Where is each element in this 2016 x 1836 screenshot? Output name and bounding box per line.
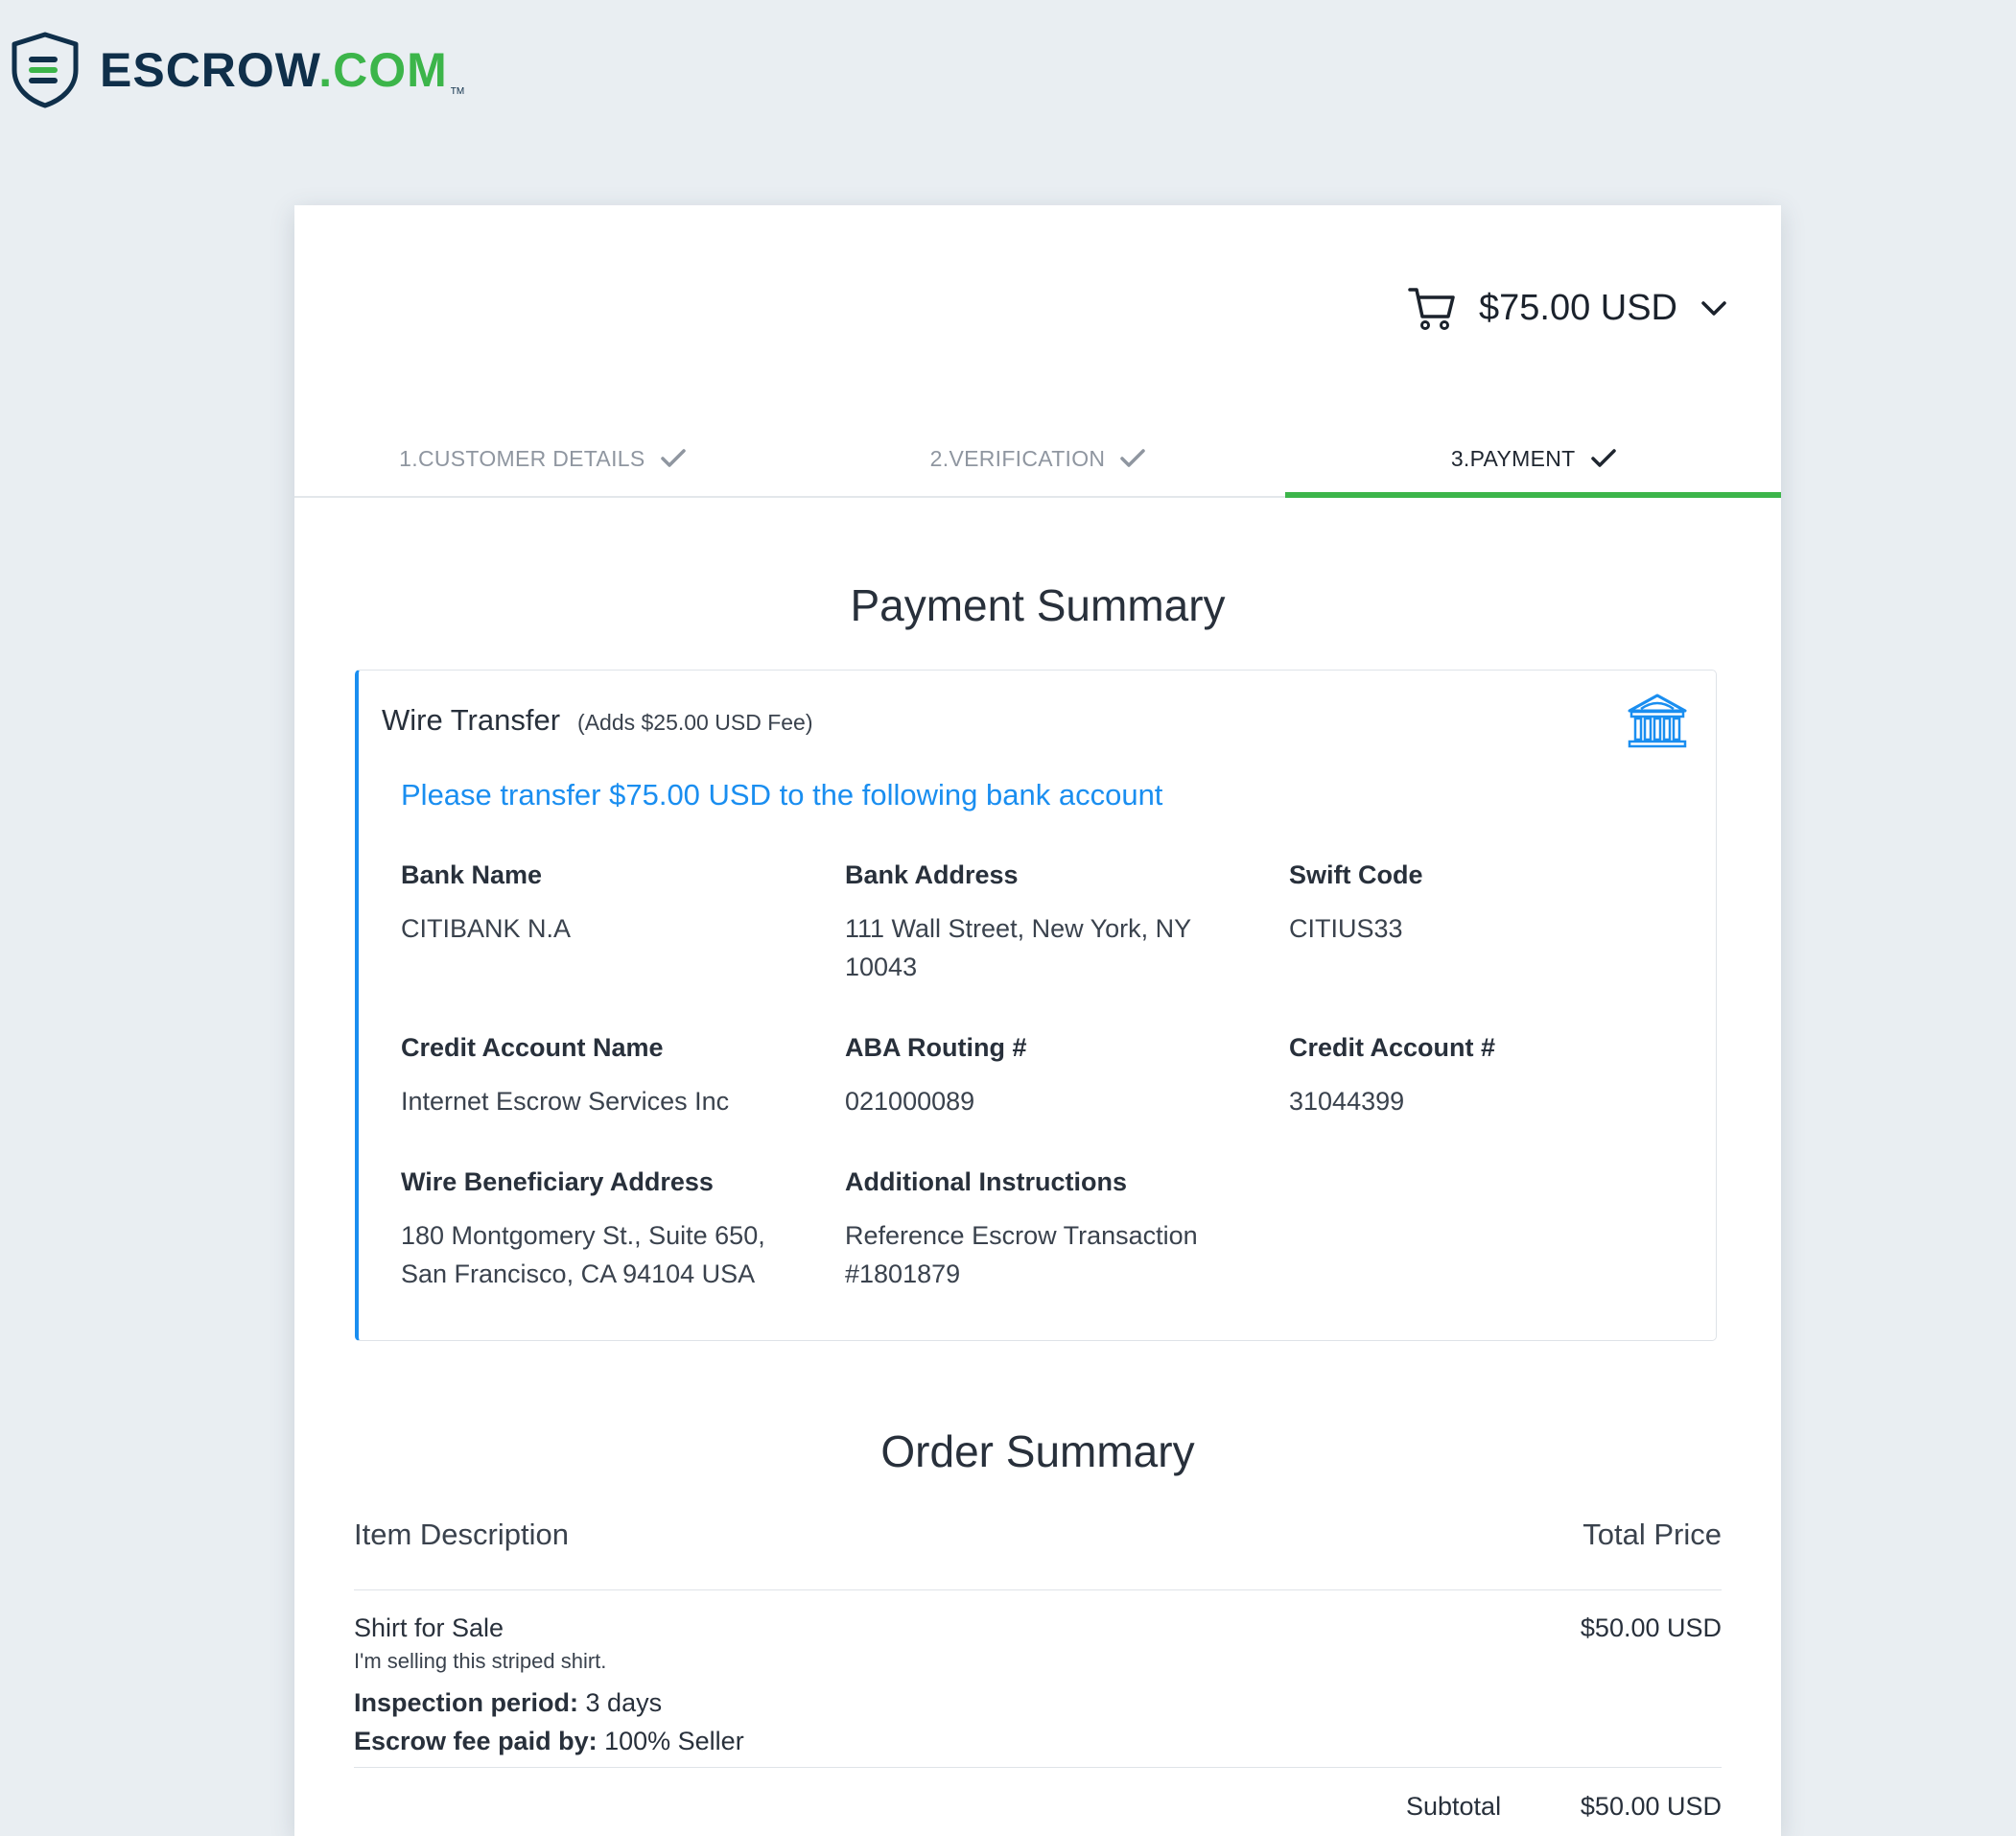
field-value: Internet Escrow Services Inc [401,1087,730,1116]
wire-transfer-panel: Wire Transfer (Adds $25.00 USD Fee) Plea… [355,670,1717,1341]
shield-logo-icon [12,32,79,108]
field-bank-name: Bank Name CITIBANK N.A [401,860,804,948]
cart-total-amount: $75.00 USD [1478,287,1677,328]
field-label: Bank Address [845,860,1019,889]
field-value: 31044399 [1289,1087,1405,1116]
field-wire-beneficiary-address: Wire Beneficiary Address 180 Montgomery … [401,1167,804,1293]
step-label: 1.CUSTOMER DETAILS [399,445,645,471]
cart-summary-toggle[interactable]: $75.00 USD [1408,284,1727,332]
field-value: 021000089 [845,1087,975,1116]
payment-method-title: Wire Transfer [382,703,561,737]
chevron-down-icon[interactable] [1700,298,1727,318]
step-customer-details[interactable]: 1.CUSTOMER DETAILS [294,421,790,496]
checkout-card: $75.00 USD 1.CUSTOMER DETAILS 2.VERIFICA… [294,205,1781,1836]
check-icon [1590,449,1616,467]
field-label: Wire Beneficiary Address [401,1167,714,1196]
logo-trademark: TM [450,86,465,97]
item-inspection-period: Inspection period: 3 days [354,1683,1722,1722]
field-value: CITIBANK N.A [401,914,572,943]
logo-name: ESCROW [100,43,319,97]
field-label: Additional Instructions [845,1167,1127,1196]
subtotal-value: $50.00 USD [1580,1792,1722,1821]
fee-payer-value: 100% Seller [604,1727,744,1755]
item-name: Shirt for Sale [354,1613,504,1642]
field-aba-routing: ABA Routing # 021000089 [845,1033,1248,1120]
payment-summary-title: Payment Summary [850,580,1226,630]
bank-icon [1628,694,1687,748]
field-label: Credit Account # [1289,1033,1496,1062]
cart-icon [1408,288,1455,330]
subtotal-label: Subtotal [1406,1792,1502,1821]
field-label: Credit Account Name [401,1033,664,1062]
column-item-description: Item Description [354,1518,569,1551]
table-row: Shirt for Sale $50.00 USD I'm selling th… [354,1613,1722,1760]
logo-tld: .COM [318,43,448,97]
item-escrow-fee-payer: Escrow fee paid by: 100% Seller [354,1722,1722,1760]
order-table-header: Item Description Total Price [354,1518,1722,1552]
item-description: I'm selling this striped shirt. [354,1649,607,1673]
transfer-instruction: Please transfer $75.00 USD to the follow… [401,778,1163,812]
divider [354,1589,1722,1590]
field-bank-address: Bank Address 111 Wall Street, New York, … [845,860,1248,986]
check-icon [1120,449,1146,467]
field-label: Bank Name [401,860,543,889]
field-value: 111 Wall Street, New York, NY 10043 [845,914,1191,981]
divider [354,1767,1722,1768]
step-label: 3.PAYMENT [1450,445,1576,471]
wire-fee-note: (Adds $25.00 USD Fee) [577,710,813,735]
column-total-price: Total Price [1582,1518,1722,1551]
step-label: 2.VERIFICATION [929,445,1106,471]
step-verification[interactable]: 2.VERIFICATION [790,421,1286,496]
order-summary-title: Order Summary [880,1426,1195,1476]
check-icon [660,449,686,467]
checkout-steps: 1.CUSTOMER DETAILS 2.VERIFICATION 3.PAYM… [294,421,1781,498]
field-credit-account-number: Credit Account # 31044399 [1289,1033,1692,1120]
inspection-label: Inspection period: [354,1688,579,1717]
field-value: CITIUS33 [1289,914,1403,943]
field-swift-code: Swift Code CITIUS33 [1289,860,1692,948]
field-additional-instructions: Additional Instructions Reference Escrow… [845,1167,1248,1293]
item-price: $50.00 USD [1580,1613,1722,1642]
field-label: ABA Routing # [845,1033,1027,1062]
field-label: Swift Code [1289,860,1423,889]
logo-wordmark: ESCROW.COM [100,46,448,94]
escrow-logo[interactable]: ESCROW.COM TM [10,32,464,108]
wire-transfer-header: Wire Transfer (Adds $25.00 USD Fee) [382,703,812,738]
inspection-value: 3 days [585,1688,663,1717]
field-value: Reference Escrow Transaction #1801879 [845,1221,1198,1288]
field-value: 180 Montgomery St., Suite 650, San Franc… [401,1221,765,1288]
step-payment[interactable]: 3.PAYMENT [1285,421,1781,498]
field-credit-account-name: Credit Account Name Internet Escrow Serv… [401,1033,804,1120]
fee-payer-label: Escrow fee paid by: [354,1727,598,1755]
